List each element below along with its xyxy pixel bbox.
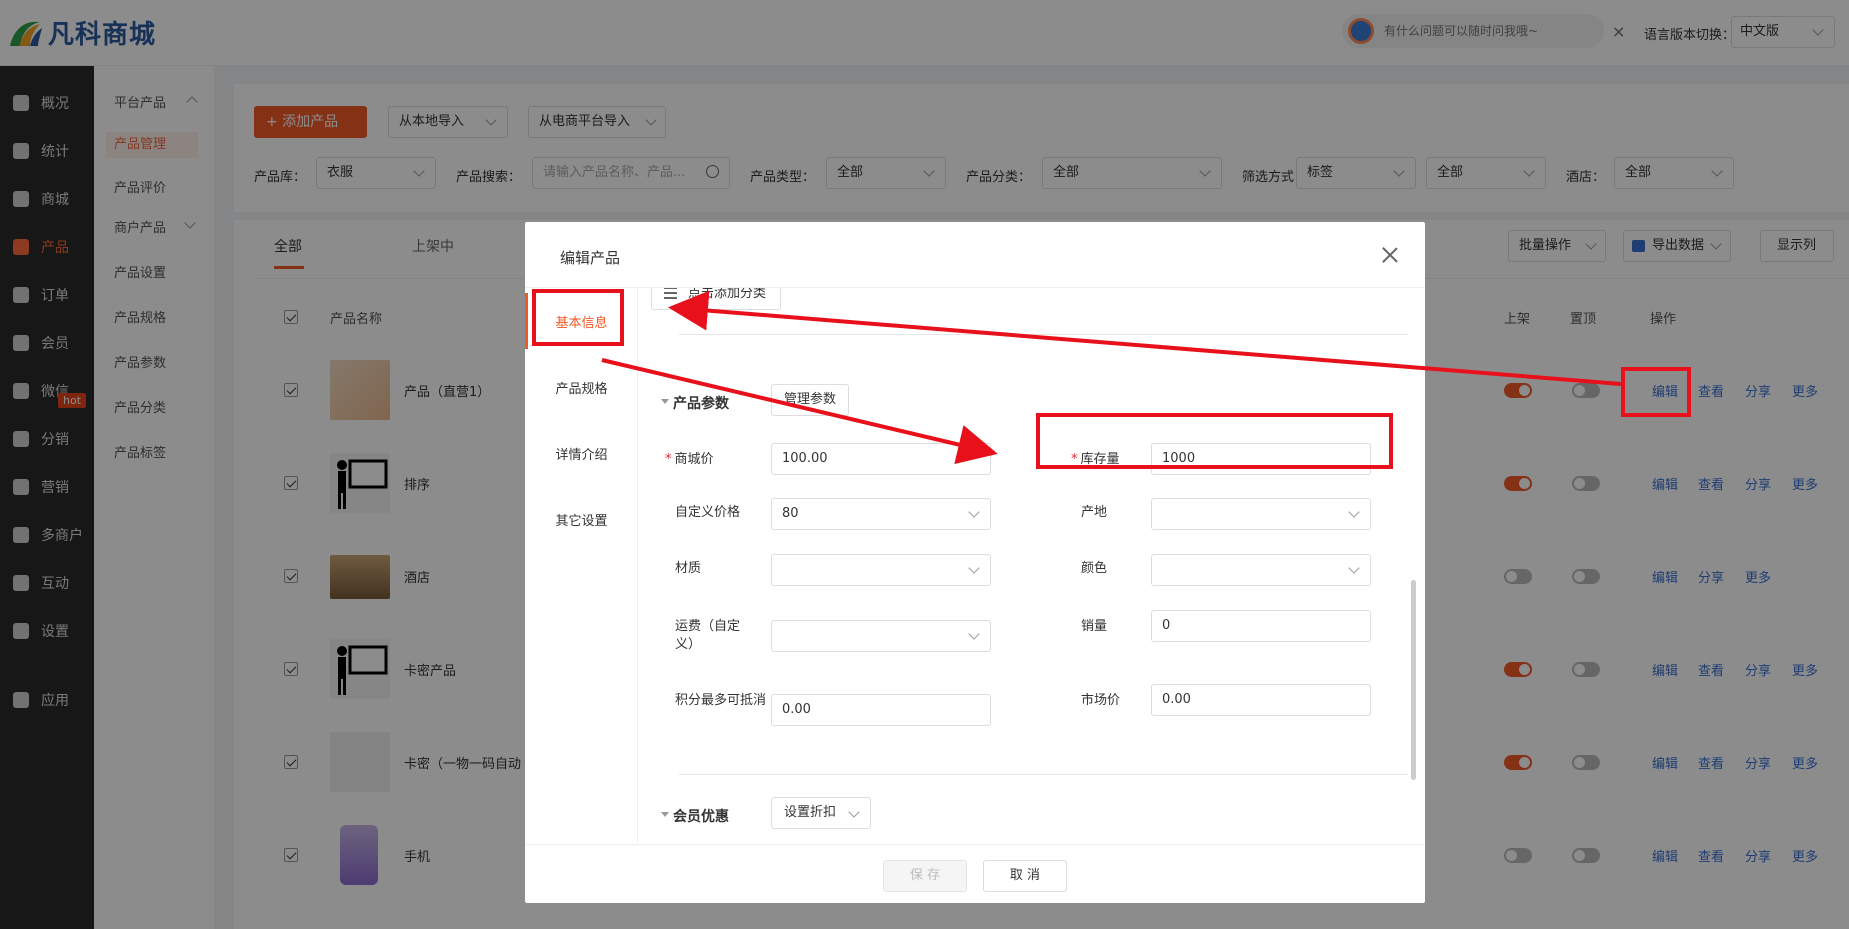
custom-price-label: 自定义价格 bbox=[675, 505, 741, 520]
cancel-button[interactable]: 取 消 bbox=[983, 860, 1067, 892]
chevron-down-icon bbox=[968, 506, 980, 518]
params-section-title: 产品参数 bbox=[673, 396, 729, 412]
chevron-down-icon bbox=[848, 806, 860, 818]
add-category-label: 点击添加分类 bbox=[688, 288, 767, 301]
tab-detail-intro[interactable]: 详情介绍 bbox=[525, 444, 638, 463]
required-mark: * bbox=[1071, 452, 1078, 467]
stock-input[interactable]: 1000 bbox=[1151, 443, 1371, 475]
add-category-button[interactable]: 点击添加分类 bbox=[651, 288, 781, 310]
tab-product-spec[interactable]: 产品规格 bbox=[525, 378, 638, 397]
close-icon[interactable] bbox=[1381, 246, 1399, 264]
tab-basic-info[interactable]: 基本信息 bbox=[525, 312, 638, 331]
mall-price-label: * 商城价 bbox=[665, 451, 714, 469]
dialog-footer-divider bbox=[525, 844, 1425, 845]
dialog-scrollbar[interactable] bbox=[1411, 580, 1416, 780]
material-label: 材质 bbox=[675, 561, 702, 576]
color-select[interactable] bbox=[1151, 554, 1371, 586]
stock-label: * 库存量 bbox=[1071, 451, 1120, 469]
set-discount-button[interactable]: 设置折扣 bbox=[771, 797, 871, 829]
chevron-down-icon bbox=[968, 628, 980, 640]
material-select[interactable] bbox=[771, 554, 991, 586]
stock-label-text: 库存量 bbox=[1080, 452, 1120, 467]
section-divider bbox=[679, 334, 1408, 335]
chevron-down-icon bbox=[1348, 562, 1360, 574]
save-button[interactable]: 保 存 bbox=[883, 860, 967, 892]
app-root: 凡科商城 × 语言版本切换： 中文版 概况 统计 商城 产品 订单 会员 微信 … bbox=[0, 0, 1849, 929]
section-divider bbox=[679, 774, 1408, 775]
edit-product-dialog: 编辑产品 基本信息 产品规格 详情介绍 其它设置 点击添加分类 产品参数 管理参… bbox=[525, 222, 1425, 903]
collapse-arrow-icon[interactable] bbox=[661, 812, 669, 817]
tab-other-settings[interactable]: 其它设置 bbox=[525, 510, 638, 529]
member-section-title: 会员优惠 bbox=[673, 809, 729, 825]
freight-select[interactable] bbox=[771, 620, 991, 652]
manage-params-button[interactable]: 管理参数 bbox=[771, 384, 850, 416]
points-label: 积分最多可抵消 bbox=[675, 693, 767, 708]
collapse-arrow-icon[interactable] bbox=[661, 399, 669, 404]
chevron-down-icon bbox=[968, 562, 980, 574]
market-price-input[interactable]: 0.00 bbox=[1151, 684, 1371, 716]
custom-price-select[interactable]: 80 bbox=[771, 498, 991, 530]
color-label: 颜色 bbox=[1081, 561, 1108, 576]
mall-price-label-text: 商城价 bbox=[674, 452, 714, 467]
custom-price-value: 80 bbox=[782, 506, 799, 521]
required-mark: * bbox=[665, 452, 672, 467]
mall-price-input[interactable]: 100.00 bbox=[771, 443, 991, 475]
dialog-body: 点击添加分类 产品参数 管理参数 * 商城价 100.00 * 库存量 1000 自… bbox=[639, 288, 1416, 842]
origin-select[interactable] bbox=[1151, 498, 1371, 530]
sales-input[interactable]: 0 bbox=[1151, 610, 1371, 642]
dialog-title: 编辑产品 bbox=[560, 249, 621, 267]
freight-label: 运费（自定义） bbox=[675, 619, 741, 652]
market-price-label: 市场价 bbox=[1081, 693, 1121, 708]
origin-label: 产地 bbox=[1081, 505, 1108, 520]
points-input[interactable]: 0.00 bbox=[771, 694, 991, 726]
dialog-side-tabs: 基本信息 产品规格 详情介绍 其它设置 bbox=[525, 288, 638, 842]
set-discount-label: 设置折扣 bbox=[784, 805, 837, 820]
chevron-down-icon bbox=[1348, 506, 1360, 518]
sales-label: 销量 bbox=[1081, 619, 1108, 634]
list-icon bbox=[664, 292, 677, 294]
